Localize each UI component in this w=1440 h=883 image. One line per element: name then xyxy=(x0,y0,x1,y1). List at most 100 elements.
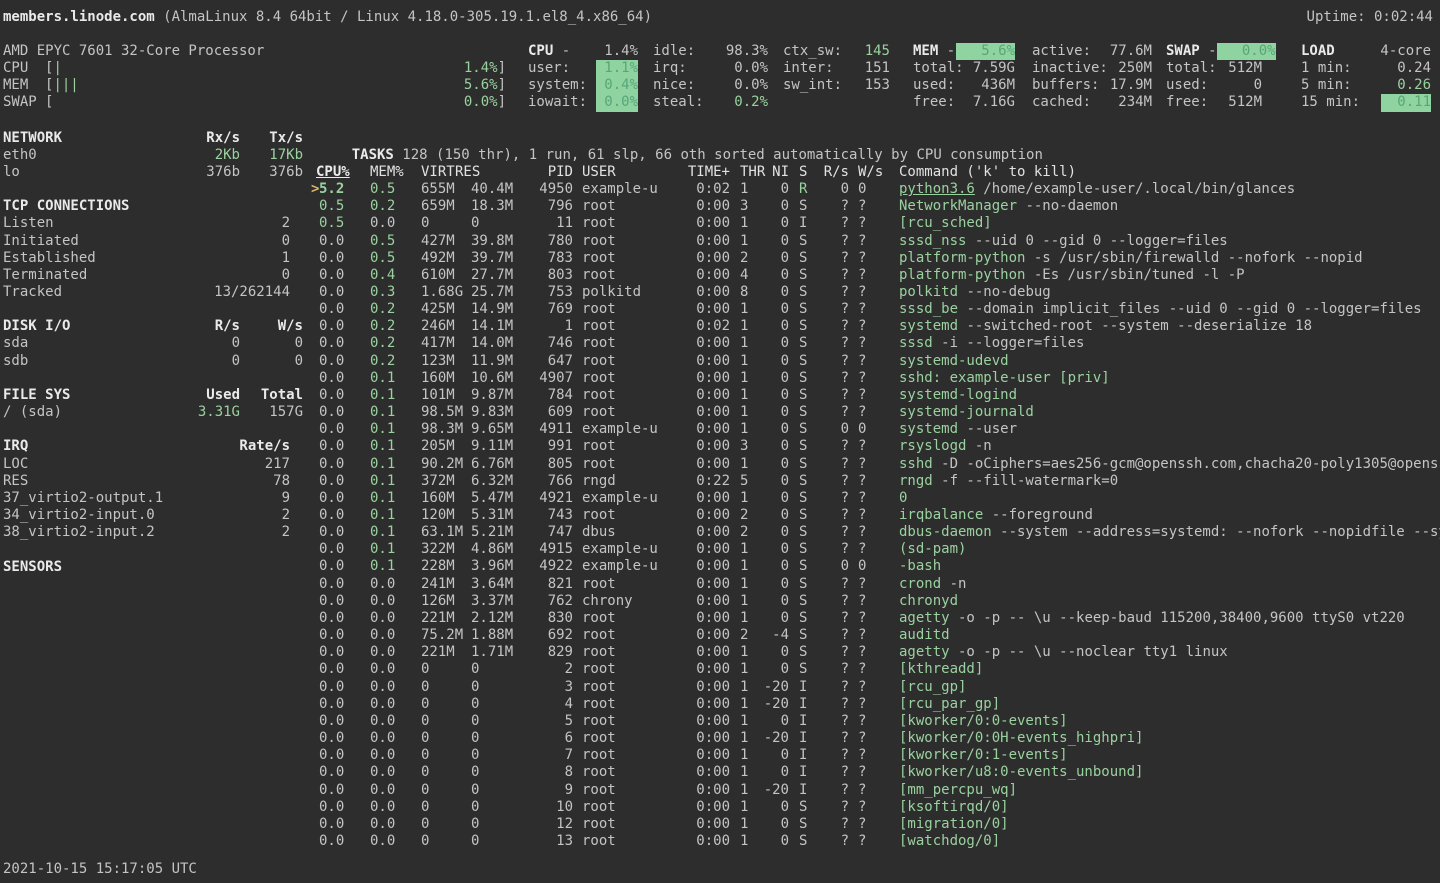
section-col2-header: W/s xyxy=(244,318,303,335)
proc-state: I xyxy=(799,679,811,696)
proc-cpu: 0.0 xyxy=(319,473,353,490)
stat-value: 0 xyxy=(282,233,303,250)
col-header-cpu[interactable]: CPU% xyxy=(316,164,360,181)
stat-label: buffers: xyxy=(1032,77,1099,94)
col-header-res[interactable]: RES xyxy=(455,164,489,181)
col-header-virt[interactable]: VIRT xyxy=(421,164,455,181)
process-row: 0.00.00012root0:0010S??[migration/0] xyxy=(311,816,1440,833)
proc-command-name: -bash xyxy=(899,558,941,574)
proc-read-rate: ? xyxy=(811,404,849,421)
gauge-bar: | xyxy=(53,60,463,77)
proc-command-args: --no-daemon xyxy=(1017,198,1118,214)
proc-res: 9.83M xyxy=(471,404,521,421)
proc-cpu: 0.0 xyxy=(319,301,353,318)
stat-label: used: xyxy=(1166,77,1208,94)
col-header-pid[interactable]: PID xyxy=(489,164,573,181)
proc-time: 0:00 xyxy=(671,353,730,370)
proc-user: root xyxy=(582,764,671,781)
stat-row-irq: RES78 xyxy=(3,473,303,490)
proc-command: systemd-logind xyxy=(899,387,1440,404)
proc-virt: 98.3M xyxy=(421,421,471,438)
proc-write-rate: ? xyxy=(858,335,883,352)
proc-state: S xyxy=(799,284,811,301)
stat-value: 145 xyxy=(865,43,890,60)
proc-state: S xyxy=(799,833,811,850)
proc-state: I xyxy=(799,782,811,799)
stat-row: inactive:250M xyxy=(1032,60,1152,77)
proc-command-args: -i --logger=files xyxy=(933,335,1085,351)
proc-nice: 0 xyxy=(754,318,789,335)
blank-line xyxy=(3,301,303,318)
stat-value-1: 0 xyxy=(170,353,240,370)
proc-time: 0:00 xyxy=(671,267,730,284)
col-header-user[interactable]: USER xyxy=(582,164,671,181)
col-header-time[interactable]: TIME+ xyxy=(671,164,730,181)
gauge-cpu: CPU[|1.4%] xyxy=(3,60,506,77)
proc-threads: 1 xyxy=(740,747,754,764)
gauge-close-bracket: ] xyxy=(498,77,506,94)
proc-read-rate: ? xyxy=(811,387,849,404)
proc-command-name: systemd xyxy=(899,421,958,437)
proc-nice: 0 xyxy=(754,284,789,301)
proc-mem: 0.0 xyxy=(370,593,404,610)
proc-command-name: [rcu_par_gp] xyxy=(899,696,1000,712)
col-header-thr: THR xyxy=(740,164,754,181)
proc-state: S xyxy=(799,318,811,335)
proc-virt: 372M xyxy=(421,473,471,490)
proc-state: S xyxy=(799,661,811,678)
stat-value-1: 0 xyxy=(170,335,240,352)
sort-marker xyxy=(311,507,319,524)
proc-virt: 492M xyxy=(421,250,471,267)
proc-command-name: sssd_be xyxy=(899,301,958,317)
proc-virt: 123M xyxy=(421,353,471,370)
sort-marker xyxy=(311,490,319,507)
proc-command-name: [kthreadd] xyxy=(899,661,983,677)
stat-label: MEM - xyxy=(913,43,955,60)
proc-virt: 659M xyxy=(421,198,471,215)
proc-command-args: --foreground xyxy=(983,507,1093,523)
proc-command: sssd_nss --uid 0 --gid 0 --logger=files xyxy=(899,233,1440,250)
proc-read-rate: ? xyxy=(811,799,849,816)
stat-value-1: 3.31G xyxy=(170,404,240,421)
stat-value: 17.9M xyxy=(1110,77,1152,94)
proc-threads: 8 xyxy=(740,284,754,301)
proc-virt: 221M xyxy=(421,610,471,627)
os-version: (AlmaLinux 8.4 64bit / Linux 4.18.0-305.… xyxy=(155,9,652,26)
stat-value-2: 0 xyxy=(244,335,303,352)
sort-marker xyxy=(311,644,319,661)
proc-state: S xyxy=(799,627,811,644)
proc-threads: 1 xyxy=(740,181,754,198)
terminal-screen[interactable]: members.linode.com (AlmaLinux 8.4 64bit … xyxy=(0,0,1440,883)
proc-pid: 2 xyxy=(521,661,573,678)
proc-command-args: -Es /usr/sbin/tuned -l -P xyxy=(1025,267,1244,283)
proc-state: S xyxy=(799,473,811,490)
proc-mem: 0.0 xyxy=(370,782,404,799)
proc-state: S xyxy=(799,490,811,507)
stat-label: user: xyxy=(528,60,570,77)
proc-read-rate: ? xyxy=(811,438,849,455)
proc-mem: 0.1 xyxy=(370,507,404,524)
col-header-rs: R/s xyxy=(811,164,849,181)
proc-nice: 0 xyxy=(754,593,789,610)
proc-res: 9.65M xyxy=(471,421,521,438)
stat-row: 1 min:0.24 xyxy=(1301,60,1431,77)
proc-pid: 4915 xyxy=(521,541,573,558)
stat-row-file-sys: / (sda)3.31G157G xyxy=(3,404,303,421)
proc-write-rate: ? xyxy=(858,713,883,730)
proc-state: S xyxy=(799,558,811,575)
proc-virt: 0 xyxy=(421,764,471,781)
proc-mem: 0.0 xyxy=(370,610,404,627)
sort-marker xyxy=(311,816,319,833)
process-row: 0.00.163.1M5.21M747dbus0:0020S??dbus-dae… xyxy=(311,524,1440,541)
stat-name: 37_virtio2-output.1 xyxy=(3,490,163,507)
proc-nice: 0 xyxy=(754,816,789,833)
section-title-text: FILE SYS xyxy=(3,387,70,404)
stat-value: 512M xyxy=(1228,60,1262,77)
proc-time: 0:00 xyxy=(671,507,730,524)
proc-cpu: 0.0 xyxy=(319,713,353,730)
proc-nice: 0 xyxy=(754,541,789,558)
stat-value: 7.59G xyxy=(973,60,1015,77)
proc-pid: 753 xyxy=(521,284,573,301)
col-header-mem[interactable]: MEM% xyxy=(370,164,408,181)
stat-row: user:1.1% xyxy=(528,60,638,77)
